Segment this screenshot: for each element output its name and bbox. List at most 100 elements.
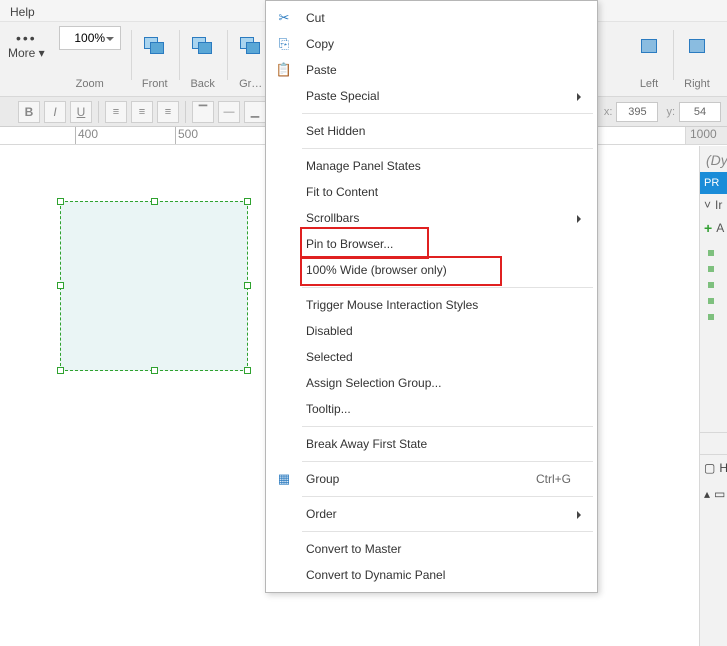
group-icon: ▦ [274, 471, 294, 487]
ctx-selected[interactable]: Selected [266, 344, 597, 370]
front-label: Front [142, 78, 168, 94]
back-icon[interactable] [189, 32, 217, 60]
status-dot-icon [708, 282, 714, 288]
ribbon-group-right: Right [673, 26, 721, 94]
front-icon[interactable] [141, 32, 169, 60]
ctx-set-hidden-label: Set Hidden [306, 124, 365, 138]
ribbon-group-back: Back [179, 26, 227, 94]
ctx-copy[interactable]: ⎘ Copy [266, 31, 597, 57]
resize-handle-w[interactable] [57, 282, 64, 289]
ctx-scrollbars[interactable]: Scrollbars [266, 205, 597, 231]
x-input[interactable]: 395 [616, 102, 658, 122]
resize-handle-sw[interactable] [57, 367, 64, 374]
ctx-cd-label: Convert to Dynamic Panel [306, 568, 445, 582]
panel-tree-toggle[interactable]: ˅ Ir [700, 194, 727, 216]
cut-icon: ✂ [274, 10, 294, 26]
menu-help[interactable]: Help [4, 3, 41, 21]
ctx-assign-selection-group[interactable]: Assign Selection Group... [266, 370, 597, 396]
ctx-100wide-label: 100% Wide (browser only) [306, 263, 447, 277]
selected-shape[interactable] [60, 201, 248, 371]
page-icon: ▢ [704, 461, 715, 475]
ctx-cut-label: Cut [306, 11, 325, 25]
ctx-disabled[interactable]: Disabled [266, 318, 597, 344]
resize-handle-nw[interactable] [57, 198, 64, 205]
zoom-dropdown[interactable]: 100% [59, 26, 121, 50]
more-button[interactable]: ••• More ▾ [0, 26, 49, 60]
copy-icon: ⎘ [274, 36, 294, 52]
align-left-label: Left [640, 78, 658, 94]
ctx-group[interactable]: ▦ Group Ctrl+G [266, 466, 597, 492]
separator-icon [302, 496, 593, 497]
italic-button[interactable]: I [44, 101, 66, 123]
valign-bot-button[interactable]: ▁ [244, 101, 266, 123]
ctx-break-away[interactable]: Break Away First State [266, 431, 597, 457]
ctx-asg-label: Assign Selection Group... [306, 376, 441, 390]
chevron-down-icon: ˅ [704, 198, 711, 212]
ctx-manage-panel-states[interactable]: Manage Panel States [266, 153, 597, 179]
ctx-cm-label: Convert to Master [306, 542, 401, 556]
ctx-selected-label: Selected [306, 350, 353, 364]
ctx-paste-special[interactable]: Paste Special [266, 83, 597, 109]
status-dot-icon [708, 250, 714, 256]
separator-icon [302, 113, 593, 114]
align-right-text-button[interactable]: ≡ [157, 101, 179, 123]
ctx-convert-dynamic[interactable]: Convert to Dynamic Panel [266, 562, 597, 588]
ctx-scrollbars-label: Scrollbars [306, 211, 359, 225]
more-dots-icon: ••• [16, 30, 37, 46]
interactions-label: Ir [715, 198, 722, 212]
zoom-label: Zoom [76, 78, 104, 94]
ctx-paste-label: Paste [306, 63, 337, 77]
underline-button[interactable]: U [70, 101, 92, 123]
separator-icon [98, 101, 99, 123]
back-label: Back [190, 78, 214, 94]
panel-title: (Dy [700, 146, 727, 172]
separator-icon [302, 148, 593, 149]
triangle-icon: ▴ [704, 487, 710, 501]
ctx-trigger-mis[interactable]: Trigger Mouse Interaction Styles [266, 292, 597, 318]
resize-handle-se[interactable] [244, 367, 251, 374]
resize-handle-ne[interactable] [244, 198, 251, 205]
align-left-text-button[interactable]: ≡ [105, 101, 127, 123]
ctx-tooltip[interactable]: Tooltip... [266, 396, 597, 422]
ctx-convert-master[interactable]: Convert to Master [266, 536, 597, 562]
valign-mid-button[interactable]: ― [218, 101, 240, 123]
y-input[interactable]: 54 [679, 102, 721, 122]
resize-handle-e[interactable] [244, 282, 251, 289]
status-dot-icon [708, 298, 714, 304]
separator-icon [302, 461, 593, 462]
ctx-group-shortcut: Ctrl+G [536, 472, 571, 486]
ctx-order[interactable]: Order [266, 501, 597, 527]
outline-row[interactable]: ▴ ▭ [700, 481, 727, 507]
status-dot-icon [708, 266, 714, 272]
separator-icon [302, 426, 593, 427]
align-center-text-button[interactable]: ≡ [131, 101, 153, 123]
align-left-icon[interactable] [635, 32, 663, 60]
outline-row[interactable]: ▢ H [700, 455, 727, 481]
panel-icon: ▭ [714, 487, 725, 501]
ctx-pin-to-browser[interactable]: Pin to Browser... [266, 231, 597, 257]
resize-handle-s[interactable] [151, 367, 158, 374]
ruler-tick: 400 [75, 127, 98, 144]
ctx-cut[interactable]: ✂ Cut [266, 5, 597, 31]
y-label: y: [666, 106, 675, 118]
plus-icon: + [704, 220, 712, 236]
ctx-100-wide[interactable]: 100% Wide (browser only) [266, 257, 597, 283]
ctx-set-hidden[interactable]: Set Hidden [266, 118, 597, 144]
ctx-fit-to-content[interactable]: Fit to Content [266, 179, 597, 205]
bold-button[interactable]: B [18, 101, 40, 123]
paste-icon: 📋 [274, 62, 294, 78]
resize-handle-n[interactable] [151, 198, 158, 205]
ruler-tick: 1000 [685, 127, 727, 144]
outline-h-label: H [719, 461, 727, 475]
panel-add-row[interactable]: + A [700, 216, 727, 240]
ctx-ftc-label: Fit to Content [306, 185, 378, 199]
align-right-icon[interactable] [683, 32, 711, 60]
ctx-breakaway-label: Break Away First State [306, 437, 427, 451]
properties-tab[interactable]: PR [700, 172, 727, 194]
group-icon[interactable] [237, 32, 265, 60]
valign-top-button[interactable]: ▔ [192, 101, 214, 123]
ctx-disabled-label: Disabled [306, 324, 353, 338]
ctx-paste[interactable]: 📋 Paste [266, 57, 597, 83]
ctx-copy-label: Copy [306, 37, 334, 51]
ribbon-group-zoom: 100% Zoom [49, 26, 131, 94]
